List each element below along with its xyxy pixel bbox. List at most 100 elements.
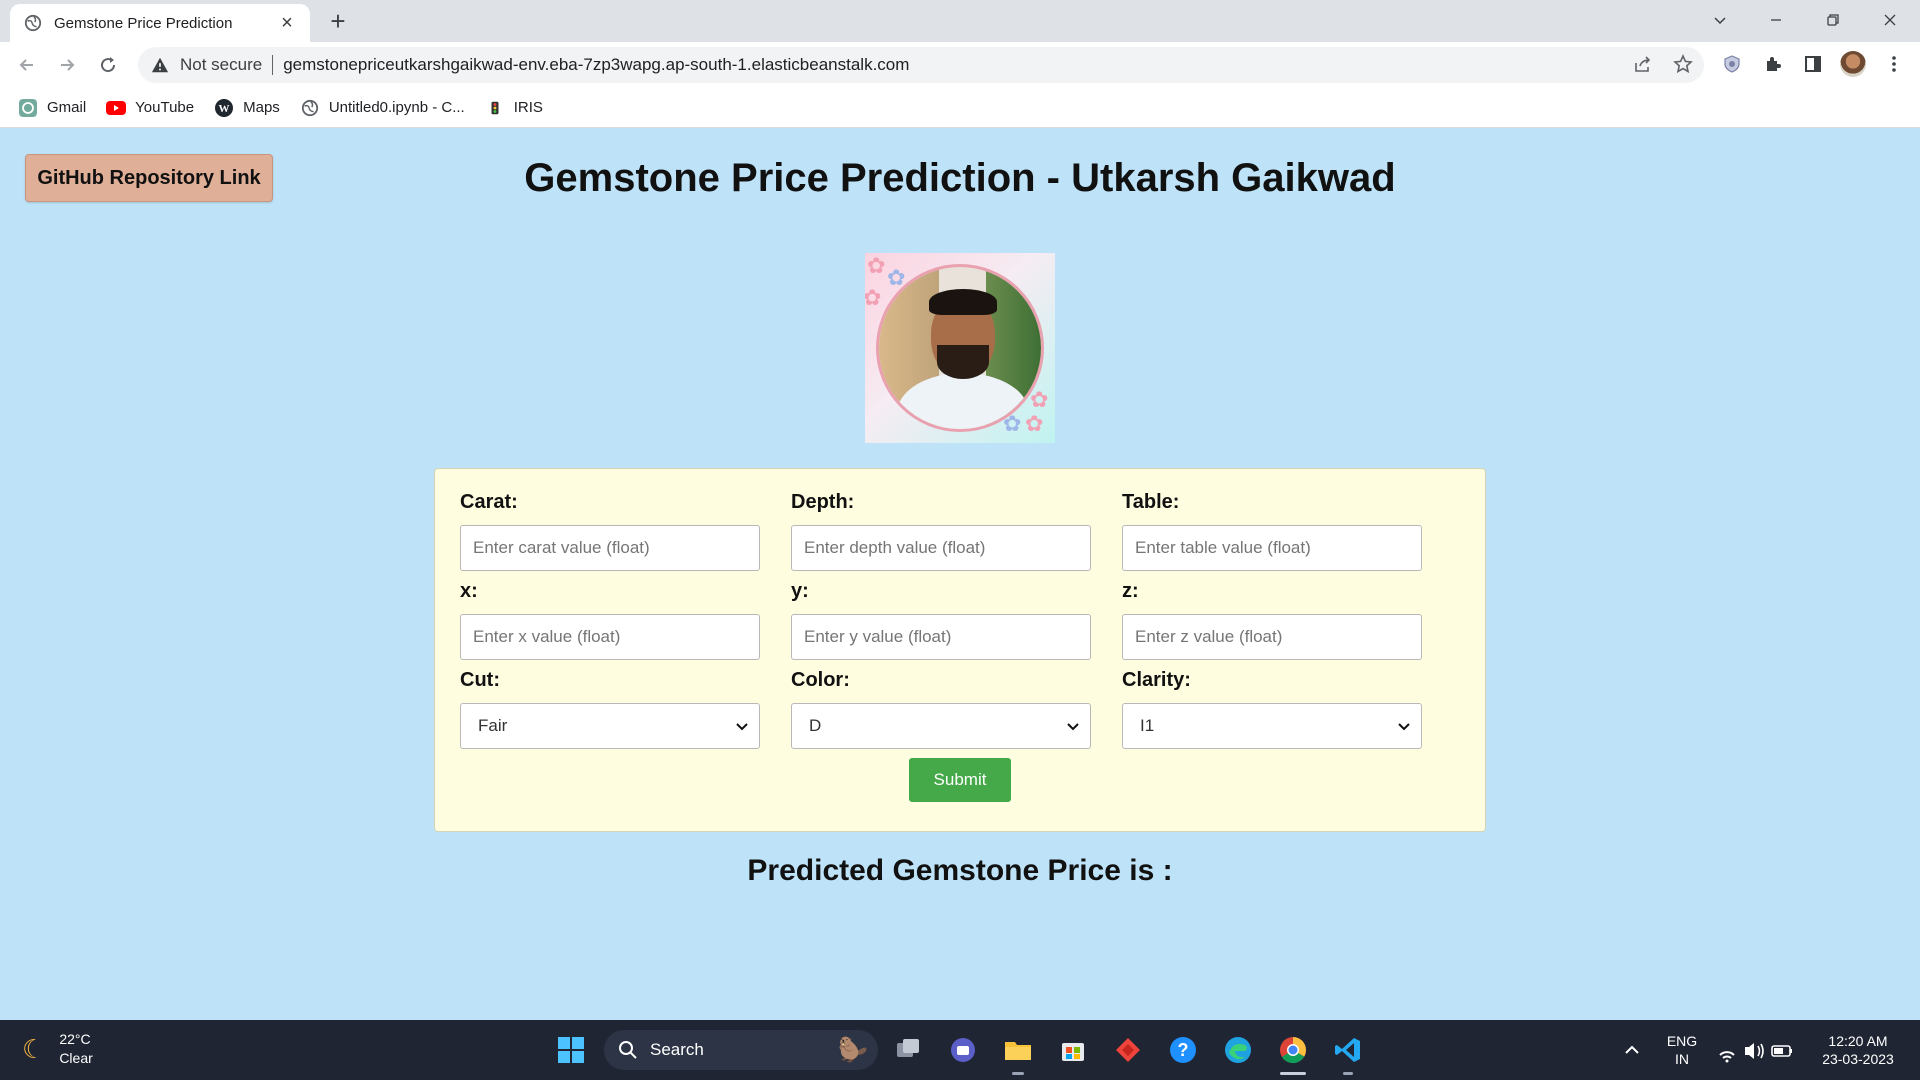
bookmark-star-icon[interactable]: [1667, 48, 1699, 80]
y-input[interactable]: [791, 614, 1091, 660]
bookmark-maps[interactable]: W Maps: [214, 98, 280, 118]
prediction-result: Predicted Gemstone Price is :: [747, 854, 1173, 887]
temperature: 22°C: [59, 1031, 91, 1047]
chatgpt-icon: [18, 98, 38, 118]
extensions-puzzle-icon[interactable]: [1757, 48, 1789, 80]
language-code: ENG: [1666, 1033, 1698, 1049]
bookmark-gmail[interactable]: Gmail: [18, 98, 86, 118]
active-indicator: [1280, 1072, 1306, 1075]
bookmarks-bar: Gmail YouTube W Maps Untitled0.ipynb - C…: [0, 88, 1920, 128]
file-explorer-icon[interactable]: [1002, 1034, 1034, 1066]
moon-icon: ☾: [22, 1033, 46, 1064]
browser-tab[interactable]: Gemstone Price Prediction ×: [10, 4, 310, 42]
teams-chat-icon[interactable]: [947, 1034, 979, 1066]
microsoft-store-icon[interactable]: [1057, 1034, 1089, 1066]
clarity-selected-value: I1: [1140, 716, 1155, 735]
help-icon[interactable]: ?: [1167, 1034, 1199, 1066]
search-highlight-icon: 🦫: [838, 1036, 868, 1064]
language-indicator[interactable]: ENG IN: [1664, 1032, 1700, 1068]
color-label: Color:: [791, 669, 850, 691]
reload-icon[interactable]: [93, 50, 123, 80]
bookmark-label: Untitled0.ipynb - C...: [328, 99, 465, 116]
clarity-label: Clarity:: [1122, 669, 1191, 691]
z-label: z:: [1122, 580, 1139, 602]
vscode-icon[interactable]: [1332, 1034, 1364, 1066]
active-indicator: [1343, 1072, 1353, 1075]
svg-text:?: ?: [1178, 1040, 1189, 1060]
page-content: GitHub Repository Link Gemstone Price Pr…: [0, 128, 1920, 1020]
close-window-icon[interactable]: [1862, 0, 1918, 40]
task-view-icon[interactable]: [892, 1034, 924, 1066]
region-code: IN: [1675, 1051, 1689, 1067]
bookmark-label: Maps: [243, 99, 280, 116]
globe-icon: [24, 14, 42, 32]
clock-time: 12:20 AM: [1828, 1033, 1888, 1049]
chrome-icon[interactable]: [1277, 1034, 1309, 1066]
bookmark-youtube[interactable]: YouTube: [106, 98, 194, 118]
bookmark-iris[interactable]: IRIS: [485, 98, 543, 118]
active-indicator: [1012, 1072, 1024, 1075]
prediction-form: Carat: Depth: Table: x: y: z: Cut: Fa: [434, 468, 1486, 832]
color-selected-value: D: [809, 716, 822, 735]
profile-avatar[interactable]: [1840, 51, 1866, 77]
photo-frame: [876, 264, 1044, 432]
carat-input[interactable]: [460, 525, 760, 571]
chevron-down-icon: [736, 723, 748, 731]
cut-select[interactable]: Fair: [460, 703, 760, 749]
cut-field: Cut: Fair: [460, 669, 760, 749]
chevron-down-icon: [1067, 723, 1079, 731]
page-title: Gemstone Price Prediction - Utkarsh Gaik…: [524, 156, 1396, 200]
bookmark-label: YouTube: [135, 99, 195, 116]
forward-arrow-icon[interactable]: [52, 50, 82, 80]
new-tab-button[interactable]: +: [322, 6, 354, 38]
back-arrow-icon[interactable]: [12, 50, 42, 80]
windows-start-icon[interactable]: [555, 1034, 587, 1066]
carat-label: Carat:: [460, 491, 518, 513]
wordpress-icon: W: [214, 98, 234, 118]
z-field: z:: [1122, 580, 1422, 660]
close-tab-icon[interactable]: ×: [276, 13, 298, 33]
shield-extension-icon[interactable]: [1716, 48, 1748, 80]
more-menu-icon[interactable]: [1878, 48, 1910, 80]
url-text[interactable]: gemstonepriceutkarshgaikwad-env.eba-7zp3…: [283, 55, 909, 75]
share-icon[interactable]: [1627, 48, 1659, 80]
youtube-icon: [106, 98, 127, 118]
z-input[interactable]: [1122, 614, 1422, 660]
table-input[interactable]: [1122, 525, 1422, 571]
bookmark-label: Gmail: [47, 99, 87, 116]
color-select[interactable]: D: [791, 703, 1091, 749]
tab-title: Gemstone Price Prediction: [54, 14, 233, 32]
chevron-up-icon[interactable]: [1616, 1034, 1648, 1066]
restore-icon[interactable]: [1805, 0, 1861, 40]
minimize-icon[interactable]: [1748, 0, 1804, 40]
address-bar[interactable]: Not secure gemstonepriceutkarshgaikwad-e…: [138, 47, 1704, 83]
weather-widget[interactable]: ☾ 22°C Clear: [22, 1030, 93, 1068]
submit-button[interactable]: Submit: [909, 758, 1011, 802]
x-field: x:: [460, 580, 760, 660]
side-panel-icon[interactable]: [1797, 48, 1829, 80]
carat-field: Carat:: [460, 491, 760, 571]
security-label[interactable]: Not secure: [180, 55, 262, 75]
chevron-down-icon: [1398, 723, 1410, 731]
depth-input[interactable]: [791, 525, 1091, 571]
table-label: Table:: [1122, 491, 1180, 513]
clock[interactable]: 12:20 AM 23-03-2023: [1810, 1032, 1906, 1068]
cut-label: Cut:: [460, 669, 500, 691]
edge-icon[interactable]: [1222, 1034, 1254, 1066]
system-tray-icons[interactable]: [1712, 1034, 1796, 1066]
bookmark-colab[interactable]: Untitled0.ipynb - C...: [300, 98, 465, 118]
bookmark-label: IRIS: [513, 99, 543, 116]
warning-triangle-icon[interactable]: [150, 55, 170, 75]
chevron-down-icon[interactable]: [1692, 0, 1748, 40]
clarity-select[interactable]: I1: [1122, 703, 1422, 749]
search-label: Search: [650, 1040, 704, 1059]
y-field: y:: [791, 580, 1091, 660]
anydesk-icon[interactable]: [1112, 1034, 1144, 1066]
cut-selected-value: Fair: [478, 716, 508, 735]
x-input[interactable]: [460, 614, 760, 660]
clarity-field: Clarity: I1: [1122, 669, 1422, 749]
taskbar-search[interactable]: Search 🦫: [604, 1030, 878, 1070]
color-field: Color: D: [791, 669, 1091, 749]
globe-icon: [300, 98, 320, 118]
depth-label: Depth:: [791, 491, 855, 513]
